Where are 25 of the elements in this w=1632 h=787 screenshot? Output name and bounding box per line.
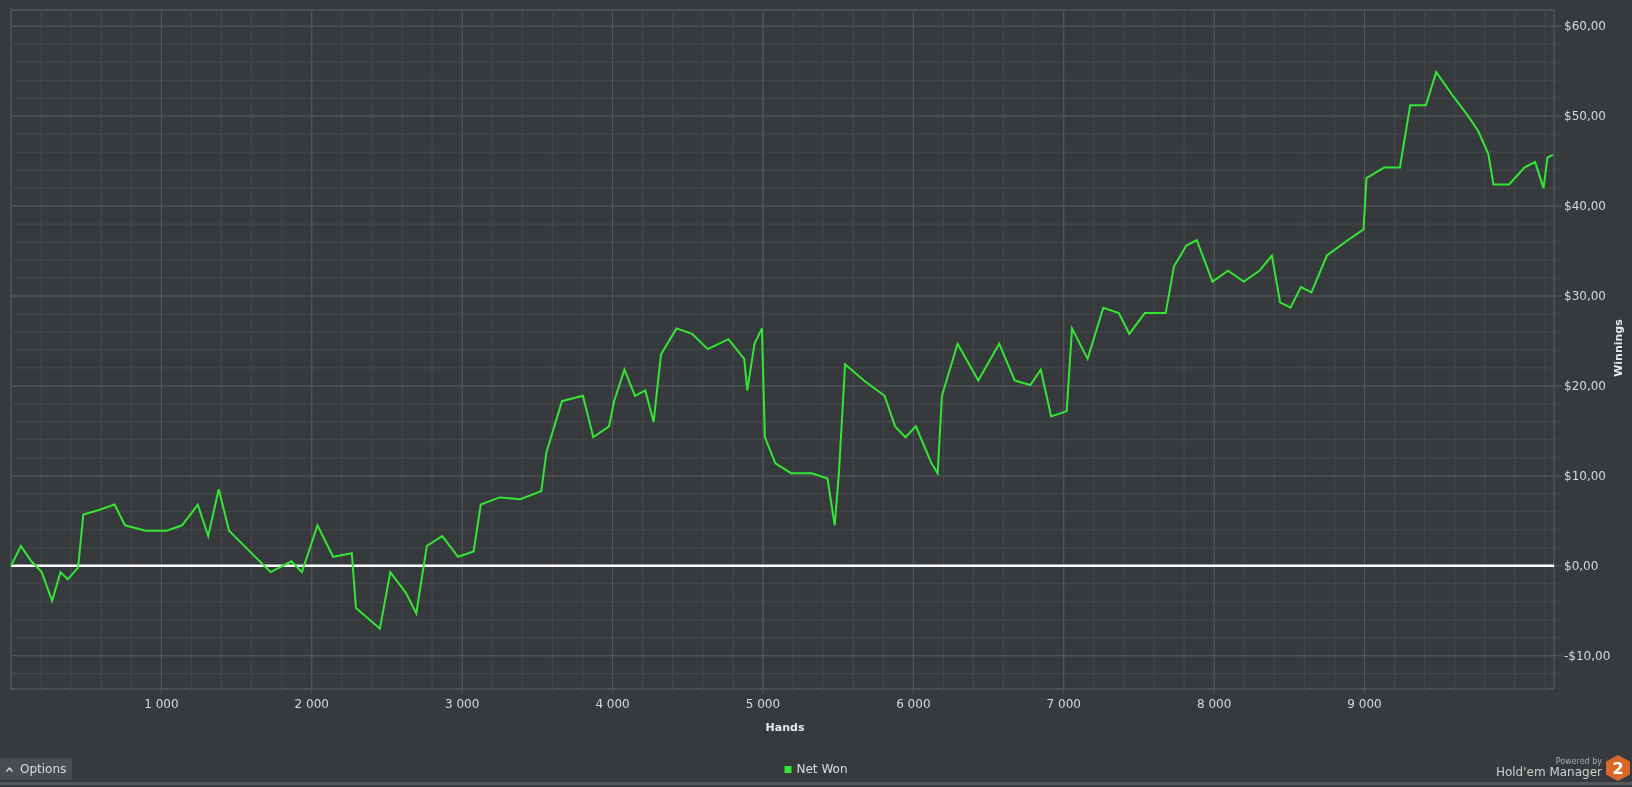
y-tick-label: $20,00	[1564, 378, 1606, 393]
x-tick-label: 9 000	[1347, 697, 1382, 711]
x-tick-label: 5 000	[745, 697, 781, 711]
x-tick-label: 6 000	[896, 697, 931, 711]
y-tick-label: $0,00	[1564, 558, 1599, 573]
y-tick-label: $60,00	[1564, 19, 1606, 34]
x-tick-label: 8 000	[1196, 697, 1232, 711]
legend-label: Net Won	[796, 762, 848, 776]
options-button[interactable]: Options	[0, 758, 73, 780]
hexagon-logo: 2	[1606, 755, 1630, 781]
y-tick-label: $40,00	[1564, 199, 1606, 214]
brand-name: Hold'em Manager	[1495, 765, 1602, 779]
y-tick-label: -$10,00	[1564, 648, 1611, 663]
y-tick-label: $10,00	[1564, 468, 1606, 483]
x-tick-label: 4 000	[595, 697, 630, 711]
x-axis-title: Hands	[765, 721, 805, 734]
x-tick-label: 1 000	[144, 697, 179, 711]
y-tick-label: $50,00	[1564, 109, 1606, 124]
powered-by-text: Powered by	[1555, 757, 1602, 766]
x-tick-label: 7 000	[1046, 697, 1081, 711]
x-tick-label: 3 000	[445, 697, 480, 711]
caret-icon	[6, 766, 13, 772]
y-tick-label: $30,00	[1564, 289, 1606, 303]
x-tick-label: 2 000	[294, 697, 329, 711]
y-axis-title: Winnings	[1612, 319, 1625, 377]
